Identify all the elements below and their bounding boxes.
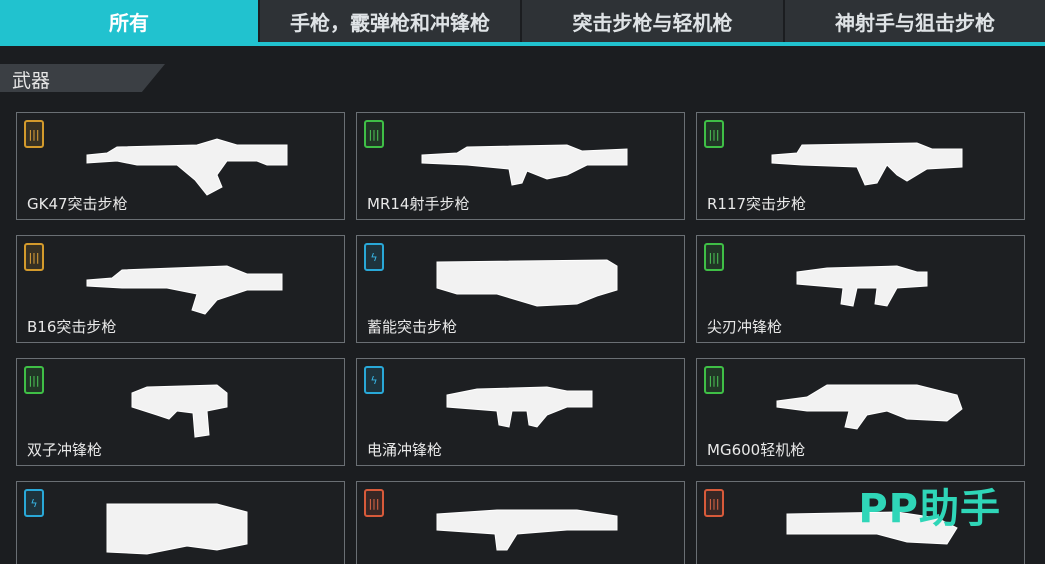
weapon-name: MG600轻机枪 xyxy=(707,441,806,459)
weapon-card[interactable]: ||| MG600轻机枪 xyxy=(696,358,1025,466)
weapon-card[interactable]: ||| 尖刃冲锋枪 xyxy=(696,235,1025,343)
weapon-card[interactable]: ϟ 蓄能突击步枪 xyxy=(356,235,685,343)
weapon-name: 蓄能突击步枪 xyxy=(367,318,458,336)
weapon-name: MR14射手步枪 xyxy=(367,195,470,213)
weapon-image xyxy=(417,371,637,449)
ammo-icon: ||| xyxy=(24,120,44,148)
weapon-image xyxy=(77,371,297,449)
weapon-card[interactable]: ||| GK47突击步枪 xyxy=(16,112,345,220)
weapon-name: 电涌冲锋枪 xyxy=(367,441,443,459)
weapon-card[interactable]: ||| R117突击步枪 xyxy=(696,112,1025,220)
tab-all[interactable]: 所有 xyxy=(0,0,260,42)
weapon-name: GK47突击步枪 xyxy=(27,195,128,213)
weapon-name: B16突击步枪 xyxy=(27,318,117,336)
tab-underline xyxy=(0,42,1045,46)
section-title: 武器 xyxy=(12,70,51,92)
tab-assault-rifles-lmgs[interactable]: 突击步枪与轻机枪 xyxy=(522,0,785,42)
weapon-image xyxy=(77,125,297,203)
ammo-icon: ||| xyxy=(704,120,724,148)
weapon-card[interactable]: ||| MR14射手步枪 xyxy=(356,112,685,220)
energy-icon: ϟ xyxy=(364,243,384,271)
energy-icon: ϟ xyxy=(24,489,44,517)
weapon-image xyxy=(77,494,297,564)
energy-icon: ϟ xyxy=(364,366,384,394)
weapon-card[interactable]: ϟ 电涌冲锋枪 xyxy=(356,358,685,466)
weapon-image xyxy=(757,248,977,326)
weapon-image xyxy=(757,125,977,203)
ammo-icon: ||| xyxy=(364,120,384,148)
watermark-logo: PP助手 xyxy=(858,486,1001,532)
ammo-icon: ||| xyxy=(24,366,44,394)
tab-pistols-shotguns-smgs[interactable]: 手枪，霰弹枪和冲锋枪 xyxy=(260,0,522,42)
ammo-icon: ||| xyxy=(364,489,384,517)
weapon-card[interactable]: ||| xyxy=(356,481,685,564)
weapon-image xyxy=(417,494,637,564)
ammo-icon: ||| xyxy=(24,243,44,271)
weapon-name: 尖刃冲锋枪 xyxy=(707,318,783,336)
weapon-name: R117突击步枪 xyxy=(707,195,807,213)
weapon-card[interactable]: ||| 双子冲锋枪 xyxy=(16,358,345,466)
weapon-card[interactable]: ||| B16突击步枪 xyxy=(16,235,345,343)
weapon-category-tabs: 所有 手枪，霰弹枪和冲锋枪 突击步枪与轻机枪 神射手与狙击步枪 xyxy=(0,0,1045,46)
weapon-image xyxy=(77,248,297,326)
ammo-icon: ||| xyxy=(704,243,724,271)
weapon-image xyxy=(757,371,977,449)
weapon-image xyxy=(417,125,637,203)
tab-marksman-snipers[interactable]: 神射手与狙击步枪 xyxy=(785,0,1045,42)
weapon-image xyxy=(417,248,637,326)
weapon-card[interactable]: ϟ xyxy=(16,481,345,564)
ammo-icon: ||| xyxy=(704,366,724,394)
weapon-name: 双子冲锋枪 xyxy=(27,441,103,459)
section-header: 武器 xyxy=(0,64,165,92)
ammo-icon: ||| xyxy=(704,489,724,517)
